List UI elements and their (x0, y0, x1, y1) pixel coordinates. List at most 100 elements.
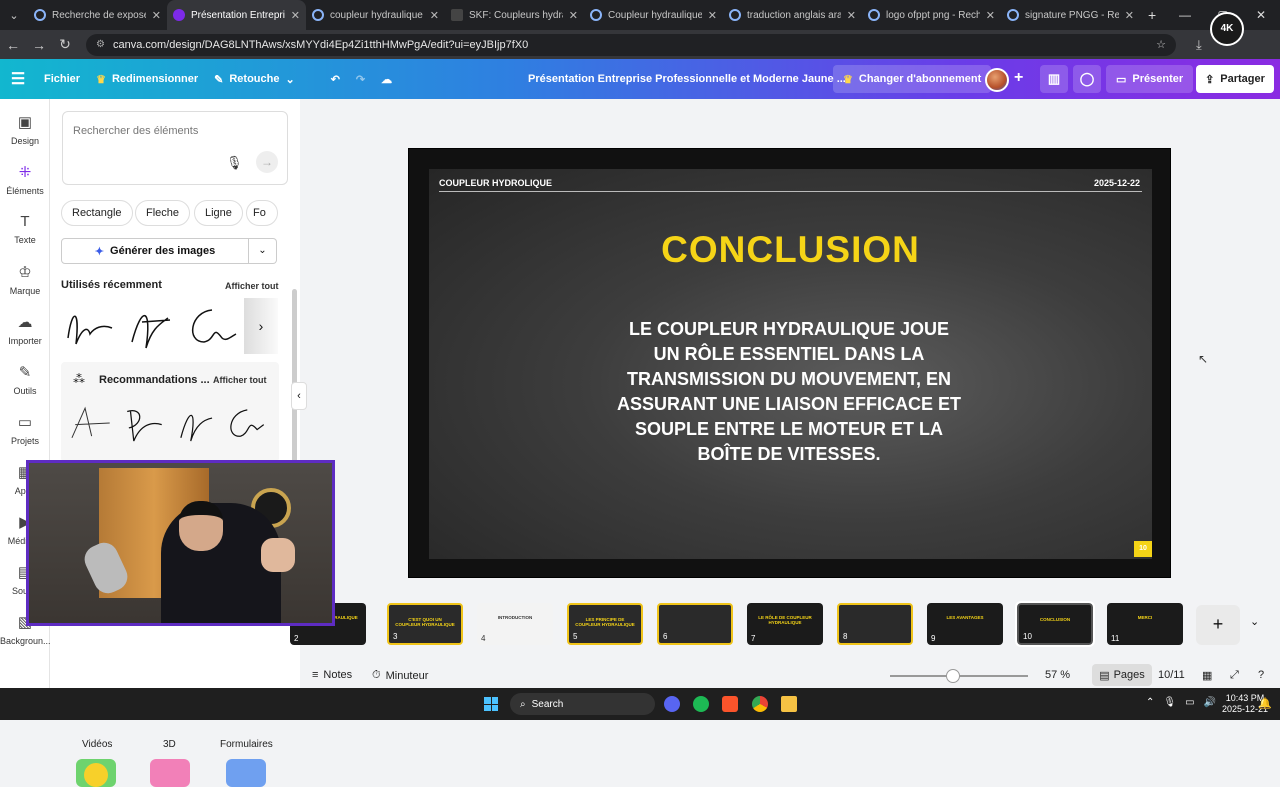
chip-arrow[interactable]: Fleche (135, 200, 191, 226)
slide-date[interactable]: 2025-12-22 (1094, 178, 1140, 188)
tray-chevron-icon[interactable]: ⌃ (1146, 697, 1154, 708)
site-info-icon[interactable]: ⚙ (96, 39, 105, 50)
notes-button[interactable]: ≡ Notes (312, 669, 352, 681)
recent-show-all[interactable]: Afficher tout (225, 281, 279, 291)
signature-thumb[interactable] (171, 400, 217, 446)
slide-body-text[interactable]: LE COUPLEUR HYDRAULIQUE JOUE UN RÔLE ESS… (614, 317, 964, 467)
3d-thumb[interactable] (150, 759, 190, 787)
tray-mic-icon[interactable]: 🎙 (1163, 697, 1176, 708)
signature-thumb[interactable] (221, 400, 267, 446)
rail-item[interactable]: ⁜ Éléments (0, 163, 50, 196)
network-icon[interactable]: ▭ (1185, 697, 1194, 708)
windows-start-icon[interactable] (484, 697, 498, 711)
bookmark-star-icon[interactable]: ☆ (1156, 38, 1166, 51)
next-arrow-icon[interactable]: › (244, 298, 278, 354)
rail-item[interactable]: ☁ Importer (0, 313, 50, 346)
filmstrip-expand-icon[interactable]: ⌄ (1250, 615, 1259, 628)
signature-thumb[interactable] (122, 298, 178, 354)
help-icon[interactable]: ? (1258, 669, 1264, 681)
rail-item[interactable]: ▣ Design (0, 113, 50, 146)
search-submit-icon[interactable]: → (256, 151, 278, 173)
zoom-slider-knob[interactable] (946, 669, 960, 683)
slide-header-left[interactable]: COUPLEUR HYDROLIQUE (439, 178, 552, 188)
rail-item[interactable]: ✎ Outils (0, 363, 50, 396)
recommendations-show-all[interactable]: Afficher tout (213, 375, 267, 385)
url-field[interactable]: ⚙ canva.com/design/DAG8LNThAws/xsMYYdi4E… (86, 33, 1176, 56)
chip-rectangle[interactable]: Rectangle (61, 200, 133, 226)
browser-tab[interactable]: Recherche de expose p ✕ (28, 0, 167, 30)
pages-button[interactable]: ▤ Pages (1092, 664, 1152, 686)
zoom-level[interactable]: 57 % (1045, 669, 1070, 681)
category-videos[interactable]: Vidéos (82, 739, 112, 750)
rail-item[interactable]: T Texte (0, 213, 50, 245)
spotify-icon[interactable] (693, 696, 709, 712)
chip-more[interactable]: Fo (246, 200, 278, 226)
notification-bell-icon[interactable]: 🔔 (1258, 697, 1272, 710)
reload-icon[interactable]: ↻ (52, 36, 78, 53)
fullscreen-icon[interactable]: ⤢ (1230, 669, 1239, 682)
add-page-button[interactable]: + (1196, 605, 1240, 645)
undo-button[interactable]: ↶ (323, 73, 348, 86)
category-forms[interactable]: Formulaires (220, 739, 273, 750)
page-thumbnail[interactable]: LES AVANTAGES 9 (927, 603, 1003, 645)
file-menu[interactable]: Fichier (36, 73, 88, 85)
comment-icon[interactable]: ◯ (1073, 65, 1101, 93)
signature-thumb[interactable] (182, 298, 238, 354)
tab-close-icon[interactable]: ✕ (708, 9, 717, 22)
new-tab-button[interactable]: + (1148, 7, 1156, 23)
page-thumbnail[interactable]: LE RÔLE DE COUPLEUR HYDRAULIQUE 7 (747, 603, 823, 645)
brave-icon[interactable] (722, 696, 738, 712)
tab-close-icon[interactable]: ✕ (569, 9, 578, 22)
browser-tab[interactable]: Coupleur hydraulique d ✕ (584, 0, 723, 30)
share-button[interactable]: ⇪ Partager (1196, 65, 1274, 93)
close-window-icon[interactable]: ✕ (1242, 8, 1280, 22)
signature-thumb[interactable] (67, 400, 113, 446)
page-thumbnail[interactable]: 6 (657, 603, 733, 645)
page-thumbnail[interactable]: CONCLUSION 10 (1015, 601, 1095, 647)
grid-view-icon[interactable]: ▦ (1202, 669, 1212, 682)
download-icon[interactable]: ⤓ (1196, 37, 1202, 53)
browser-tab[interactable]: Présentation Entreprise ✕ (167, 0, 306, 30)
tab-close-icon[interactable]: ✕ (847, 9, 856, 22)
upgrade-button[interactable]: ♛ Changer d'abonnement (833, 65, 992, 93)
slide-canvas[interactable]: COUPLEUR HYDROLIQUE 2025-12-22 CONCLUSIO… (408, 148, 1171, 578)
resize-button[interactable]: ♛ Redimensionner (88, 73, 206, 86)
browser-tab[interactable]: SKF: Coupleurs hydrauli ✕ (445, 0, 584, 30)
search-input[interactable]: Rechercher des éléments (62, 111, 288, 185)
file-explorer-icon[interactable] (781, 696, 797, 712)
tab-close-icon[interactable]: ✕ (291, 9, 300, 22)
retouch-button[interactable]: ✎ Retouche ⌄ (206, 73, 303, 86)
signature-thumb[interactable] (119, 400, 165, 446)
back-icon[interactable]: ← (0, 37, 26, 53)
menu-icon[interactable]: ☰ (0, 59, 36, 99)
slide-title[interactable]: CONCLUSION (409, 229, 1172, 271)
minimize-icon[interactable]: — (1166, 8, 1204, 22)
page-thumbnail[interactable]: 8 (837, 603, 913, 645)
page-thumbnail[interactable]: LES PRINCIPE DE COUPLEUR HYDRAULIQUE 5 (567, 603, 643, 645)
insights-icon[interactable]: ▥ (1040, 65, 1068, 93)
tab-close-icon[interactable]: ✕ (986, 9, 995, 22)
document-title[interactable]: Présentation Entreprise Professionnelle … (528, 73, 846, 85)
timer-button[interactable]: ⏱ Minuteur (372, 669, 428, 682)
collapse-panel-button[interactable]: ‹ (291, 382, 307, 410)
form-thumb[interactable] (226, 759, 266, 787)
generate-images-button[interactable]: ✦ Générer des images (61, 238, 249, 264)
browser-tab[interactable]: signature PNGG - Reche ✕ (1001, 0, 1140, 30)
tab-close-icon[interactable]: ✕ (152, 9, 161, 22)
tab-close-icon[interactable]: ✕ (430, 9, 439, 22)
slide-page-number[interactable]: 10 (1134, 541, 1152, 557)
discord-icon[interactable] (664, 696, 680, 712)
redo-button[interactable]: ↷ (348, 73, 373, 86)
category-3d[interactable]: 3D (163, 739, 176, 750)
page-thumbnail[interactable]: C'EST QUOI UN COUPLEUR HYDRAULIQUE 3 (387, 603, 463, 645)
rail-item[interactable]: ▭ Projets (0, 413, 50, 446)
add-collaborator-icon[interactable]: + (1014, 69, 1023, 87)
browser-tab[interactable]: traduction anglais arab ✕ (723, 0, 862, 30)
user-avatar[interactable] (985, 68, 1009, 92)
cloud-save-icon[interactable]: ☁ (373, 73, 400, 86)
page-thumbnail[interactable]: INTRODUCTION 4 (477, 603, 553, 645)
chip-line[interactable]: Ligne (194, 200, 243, 226)
tab-close-icon[interactable]: ✕ (1125, 9, 1134, 22)
chrome-icon[interactable] (752, 696, 768, 712)
generate-dropdown[interactable]: ⌄ (249, 238, 277, 264)
